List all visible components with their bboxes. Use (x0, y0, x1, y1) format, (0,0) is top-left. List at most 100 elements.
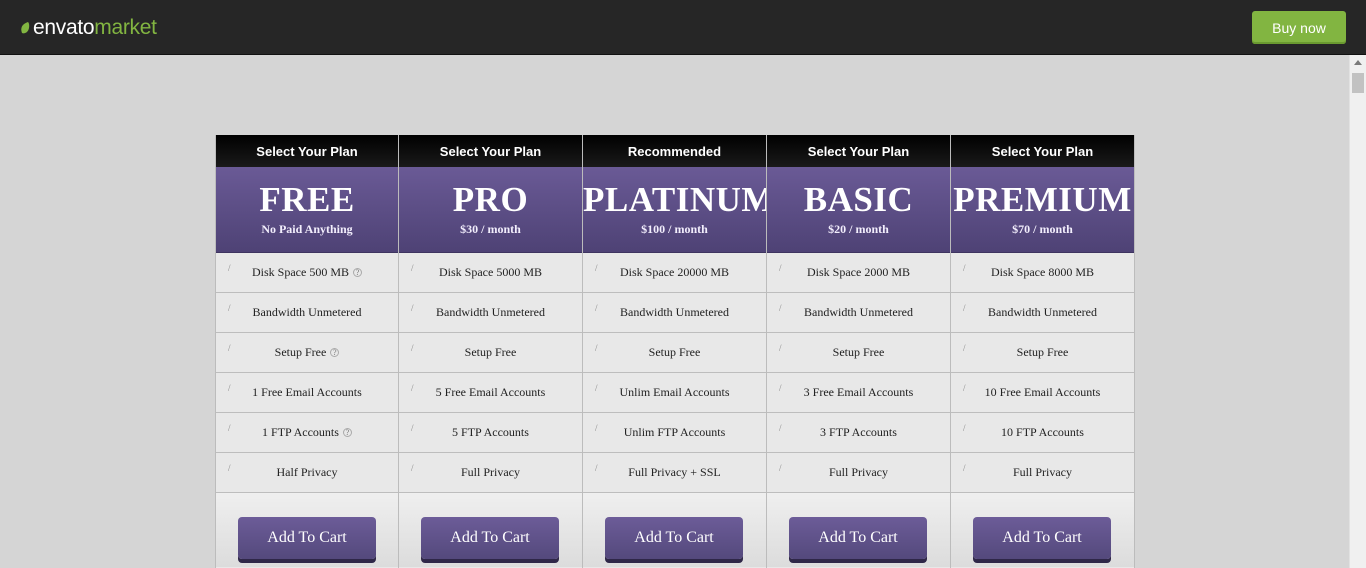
plan-column: Select Your Plan BASIC $20 / month / Disk Sp… (767, 135, 951, 568)
plan-price: No Paid Anything (261, 222, 353, 236)
feature-mark-icon: / (963, 263, 966, 273)
feature-row: / Unlim Email Accounts (583, 373, 766, 413)
feature-row: / Setup Free (583, 333, 766, 373)
help-tooltip-icon[interactable]: ? (353, 268, 362, 277)
feature-mark-icon: / (411, 343, 414, 353)
feature-row: / Full Privacy + SSL (583, 453, 766, 493)
feature-mark-icon: / (595, 343, 598, 353)
feature-mark-icon: / (411, 383, 414, 393)
plan-column: Select Your Plan PREMIUM $70 / month / Disk … (951, 135, 1135, 568)
feature-text: Setup Free (648, 345, 701, 359)
plan-title-box: PREMIUM $70 / month (951, 167, 1134, 253)
plan-name: FREE (259, 180, 355, 219)
plan-title-box: BASIC $20 / month (767, 167, 950, 253)
feature-text: Bandwidth Unmetered (252, 305, 362, 319)
feature-mark-icon: / (779, 423, 782, 433)
feature-mark-icon: / (963, 343, 966, 353)
feature-row: / 10 Free Email Accounts (951, 373, 1134, 413)
feature-text: 3 FTP Accounts (820, 425, 897, 439)
plan-column-heading: Select Your Plan (216, 135, 398, 167)
scrollbar-thumb[interactable] (1352, 73, 1364, 93)
help-tooltip-icon[interactable]: ? (342, 428, 352, 437)
feature-text: Unlim FTP Accounts (623, 425, 726, 439)
plan-name: PRO (452, 180, 529, 219)
add-to-cart-button[interactable]: Add To Cart (789, 517, 927, 559)
help-tooltip-icon[interactable]: ? (330, 348, 340, 357)
feature-text: Half Privacy (276, 465, 338, 479)
feature-mark-icon: / (228, 423, 231, 433)
feature-row: / Bandwidth Unmetered (767, 293, 950, 333)
feature-mark-icon: / (228, 463, 231, 473)
feature-mark-icon: / (779, 343, 782, 353)
feature-text: 5 Free Email Accounts (435, 385, 546, 399)
feature-text: Bandwidth Unmetered (436, 305, 545, 319)
plan-title-box: PLATINUM $100 / month (583, 167, 766, 253)
feature-row: / Disk Space 500 MB? (216, 253, 398, 293)
feature-row: / 1 FTP Accounts? (216, 413, 398, 453)
plan-column-heading: Select Your Plan (767, 135, 950, 167)
feature-mark-icon: / (411, 423, 414, 433)
scroll-up-arrow-icon[interactable] (1354, 60, 1362, 65)
logo-text-market: market (94, 16, 157, 39)
plan-column-heading: Select Your Plan (399, 135, 582, 167)
plan-name: PREMIUM (953, 180, 1132, 219)
feature-mark-icon: / (779, 263, 782, 273)
feature-mark-icon: / (595, 423, 598, 433)
feature-text: 1 FTP Accounts (262, 425, 339, 439)
feature-row: / 5 FTP Accounts (399, 413, 582, 453)
feature-text: Disk Space 8000 MB (991, 265, 1094, 279)
add-to-cart-button[interactable]: Add To Cart (605, 517, 743, 559)
plan-name: PLATINUM (583, 180, 766, 219)
add-to-cart-button[interactable]: Add To Cart (421, 517, 559, 559)
feature-row: / Full Privacy (951, 453, 1134, 493)
top-bar: envato market Buy now (0, 0, 1366, 55)
envato-market-logo[interactable]: envato market (19, 15, 157, 41)
feature-text: 1 Free Email Accounts (252, 385, 362, 399)
feature-text: Unlim Email Accounts (619, 385, 730, 399)
cart-area: Add To Cart (951, 493, 1134, 567)
cart-area: Add To Cart (399, 493, 582, 567)
pricing-table: Select Your Plan FREE No Paid Anything / Dis… (215, 135, 1135, 568)
feature-row: / 3 Free Email Accounts (767, 373, 950, 413)
cart-area: Add To Cart (583, 493, 766, 567)
feature-text: Bandwidth Unmetered (804, 305, 913, 319)
plan-price: $70 / month (1012, 222, 1073, 236)
feature-text: Setup Free (464, 345, 517, 359)
logo-text-envato: envato (33, 16, 95, 39)
feature-text: Full Privacy (829, 465, 888, 479)
feature-row: / Disk Space 8000 MB (951, 253, 1134, 293)
feature-mark-icon: / (411, 303, 414, 313)
feature-row: / Setup Free (767, 333, 950, 373)
feature-row: / Setup Free (951, 333, 1134, 373)
plan-price: $30 / month (460, 222, 521, 236)
feature-text: Bandwidth Unmetered (988, 305, 1097, 319)
vertical-scrollbar[interactable] (1349, 55, 1366, 568)
feature-mark-icon: / (411, 263, 414, 273)
plan-column: Select Your Plan PRO $30 / month / Disk Spac… (399, 135, 583, 568)
feature-row: / 10 FTP Accounts (951, 413, 1134, 453)
plan-column-heading: Select Your Plan (951, 135, 1134, 167)
feature-mark-icon: / (779, 383, 782, 393)
feature-text: Full Privacy (461, 465, 520, 479)
feature-mark-icon: / (963, 383, 966, 393)
plan-column-heading: Recommended (583, 135, 766, 167)
feature-text: 10 FTP Accounts (1001, 425, 1084, 439)
feature-mark-icon: / (228, 343, 231, 353)
feature-mark-icon: / (411, 463, 414, 473)
demo-page: Select Your Plan FREE No Paid Anything / Dis… (0, 55, 1349, 568)
feature-row: / 5 Free Email Accounts (399, 373, 582, 413)
feature-text: Disk Space 20000 MB (620, 265, 729, 279)
feature-row: / Setup Free? (216, 333, 398, 373)
buy-now-button[interactable]: Buy now (1252, 11, 1346, 44)
feature-text: 10 Free Email Accounts (984, 385, 1101, 399)
feature-mark-icon: / (595, 263, 598, 273)
feature-text: 5 FTP Accounts (452, 425, 529, 439)
add-to-cart-button[interactable]: Add To Cart (973, 517, 1111, 559)
add-to-cart-button[interactable]: Add To Cart (238, 517, 376, 559)
feature-row: / Unlim FTP Accounts (583, 413, 766, 453)
feature-row: / 3 FTP Accounts (767, 413, 950, 453)
cart-area: Add To Cart (767, 493, 950, 567)
feature-text: Full Privacy (1013, 465, 1072, 479)
feature-row: / Half Privacy (216, 453, 398, 493)
feature-text: Setup Free (832, 345, 885, 359)
